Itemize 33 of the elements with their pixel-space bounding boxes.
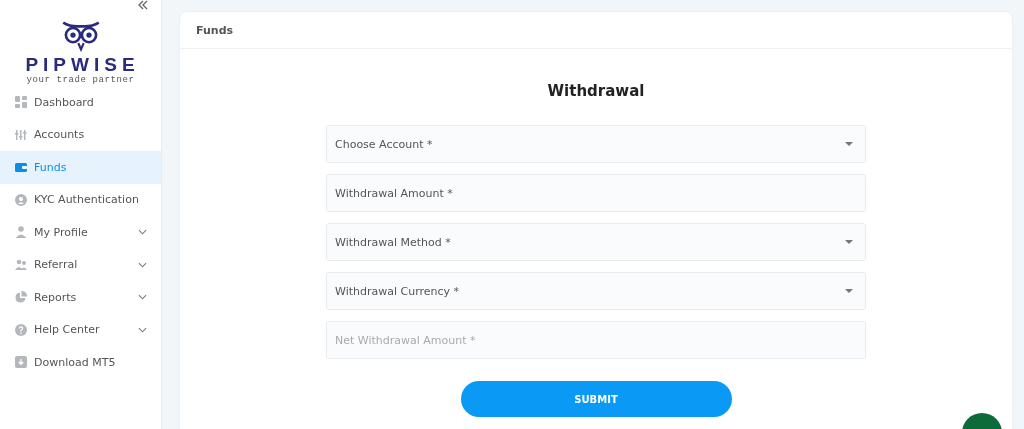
pie-chart-icon: [15, 291, 27, 304]
wallet-icon: [15, 161, 27, 174]
chevron-down-icon: [138, 326, 147, 333]
brand-name: PIPWISE: [25, 55, 140, 75]
select-field[interactable]: Withdrawal Method *: [326, 223, 866, 261]
caret-icon: [845, 240, 853, 244]
sidebar-item[interactable]: Accounts: [0, 118, 161, 151]
person-icon: [15, 226, 27, 239]
people-icon: [15, 258, 27, 271]
sidebar-item[interactable]: KYC Authentication: [0, 183, 161, 216]
chevron-down-icon: [138, 229, 147, 236]
select-field[interactable]: Choose Account *: [326, 125, 866, 163]
caret-icon: [845, 142, 853, 146]
chevron-down-icon: [138, 261, 147, 268]
collapse-icon[interactable]: [138, 0, 148, 10]
caret-icon: [845, 289, 853, 293]
sidebar-item[interactable]: My Profile: [0, 216, 161, 249]
user-circle-icon: [15, 193, 27, 206]
brand-tagline: your trade partner: [26, 75, 135, 86]
sidebar-item[interactable]: Referral: [0, 248, 161, 281]
input-field[interactable]: Withdrawal Amount *: [326, 174, 866, 212]
form-heading: Withdrawal: [547, 82, 645, 100]
sidebar-item[interactable]: Download MT5: [0, 346, 161, 379]
sidebar-item[interactable]: Reports: [0, 281, 161, 314]
sidebar-item[interactable]: Help Center: [0, 313, 161, 346]
chevron-down-icon: [138, 294, 147, 301]
sliders-icon: [15, 128, 27, 141]
grid-icon: [15, 96, 27, 109]
card-title: Funds: [196, 23, 234, 37]
sidebar-item[interactable]: Dashboard: [0, 86, 161, 119]
help-icon: [15, 323, 27, 336]
select-field[interactable]: Withdrawal Currency *: [326, 272, 866, 310]
download-icon: [15, 356, 27, 369]
